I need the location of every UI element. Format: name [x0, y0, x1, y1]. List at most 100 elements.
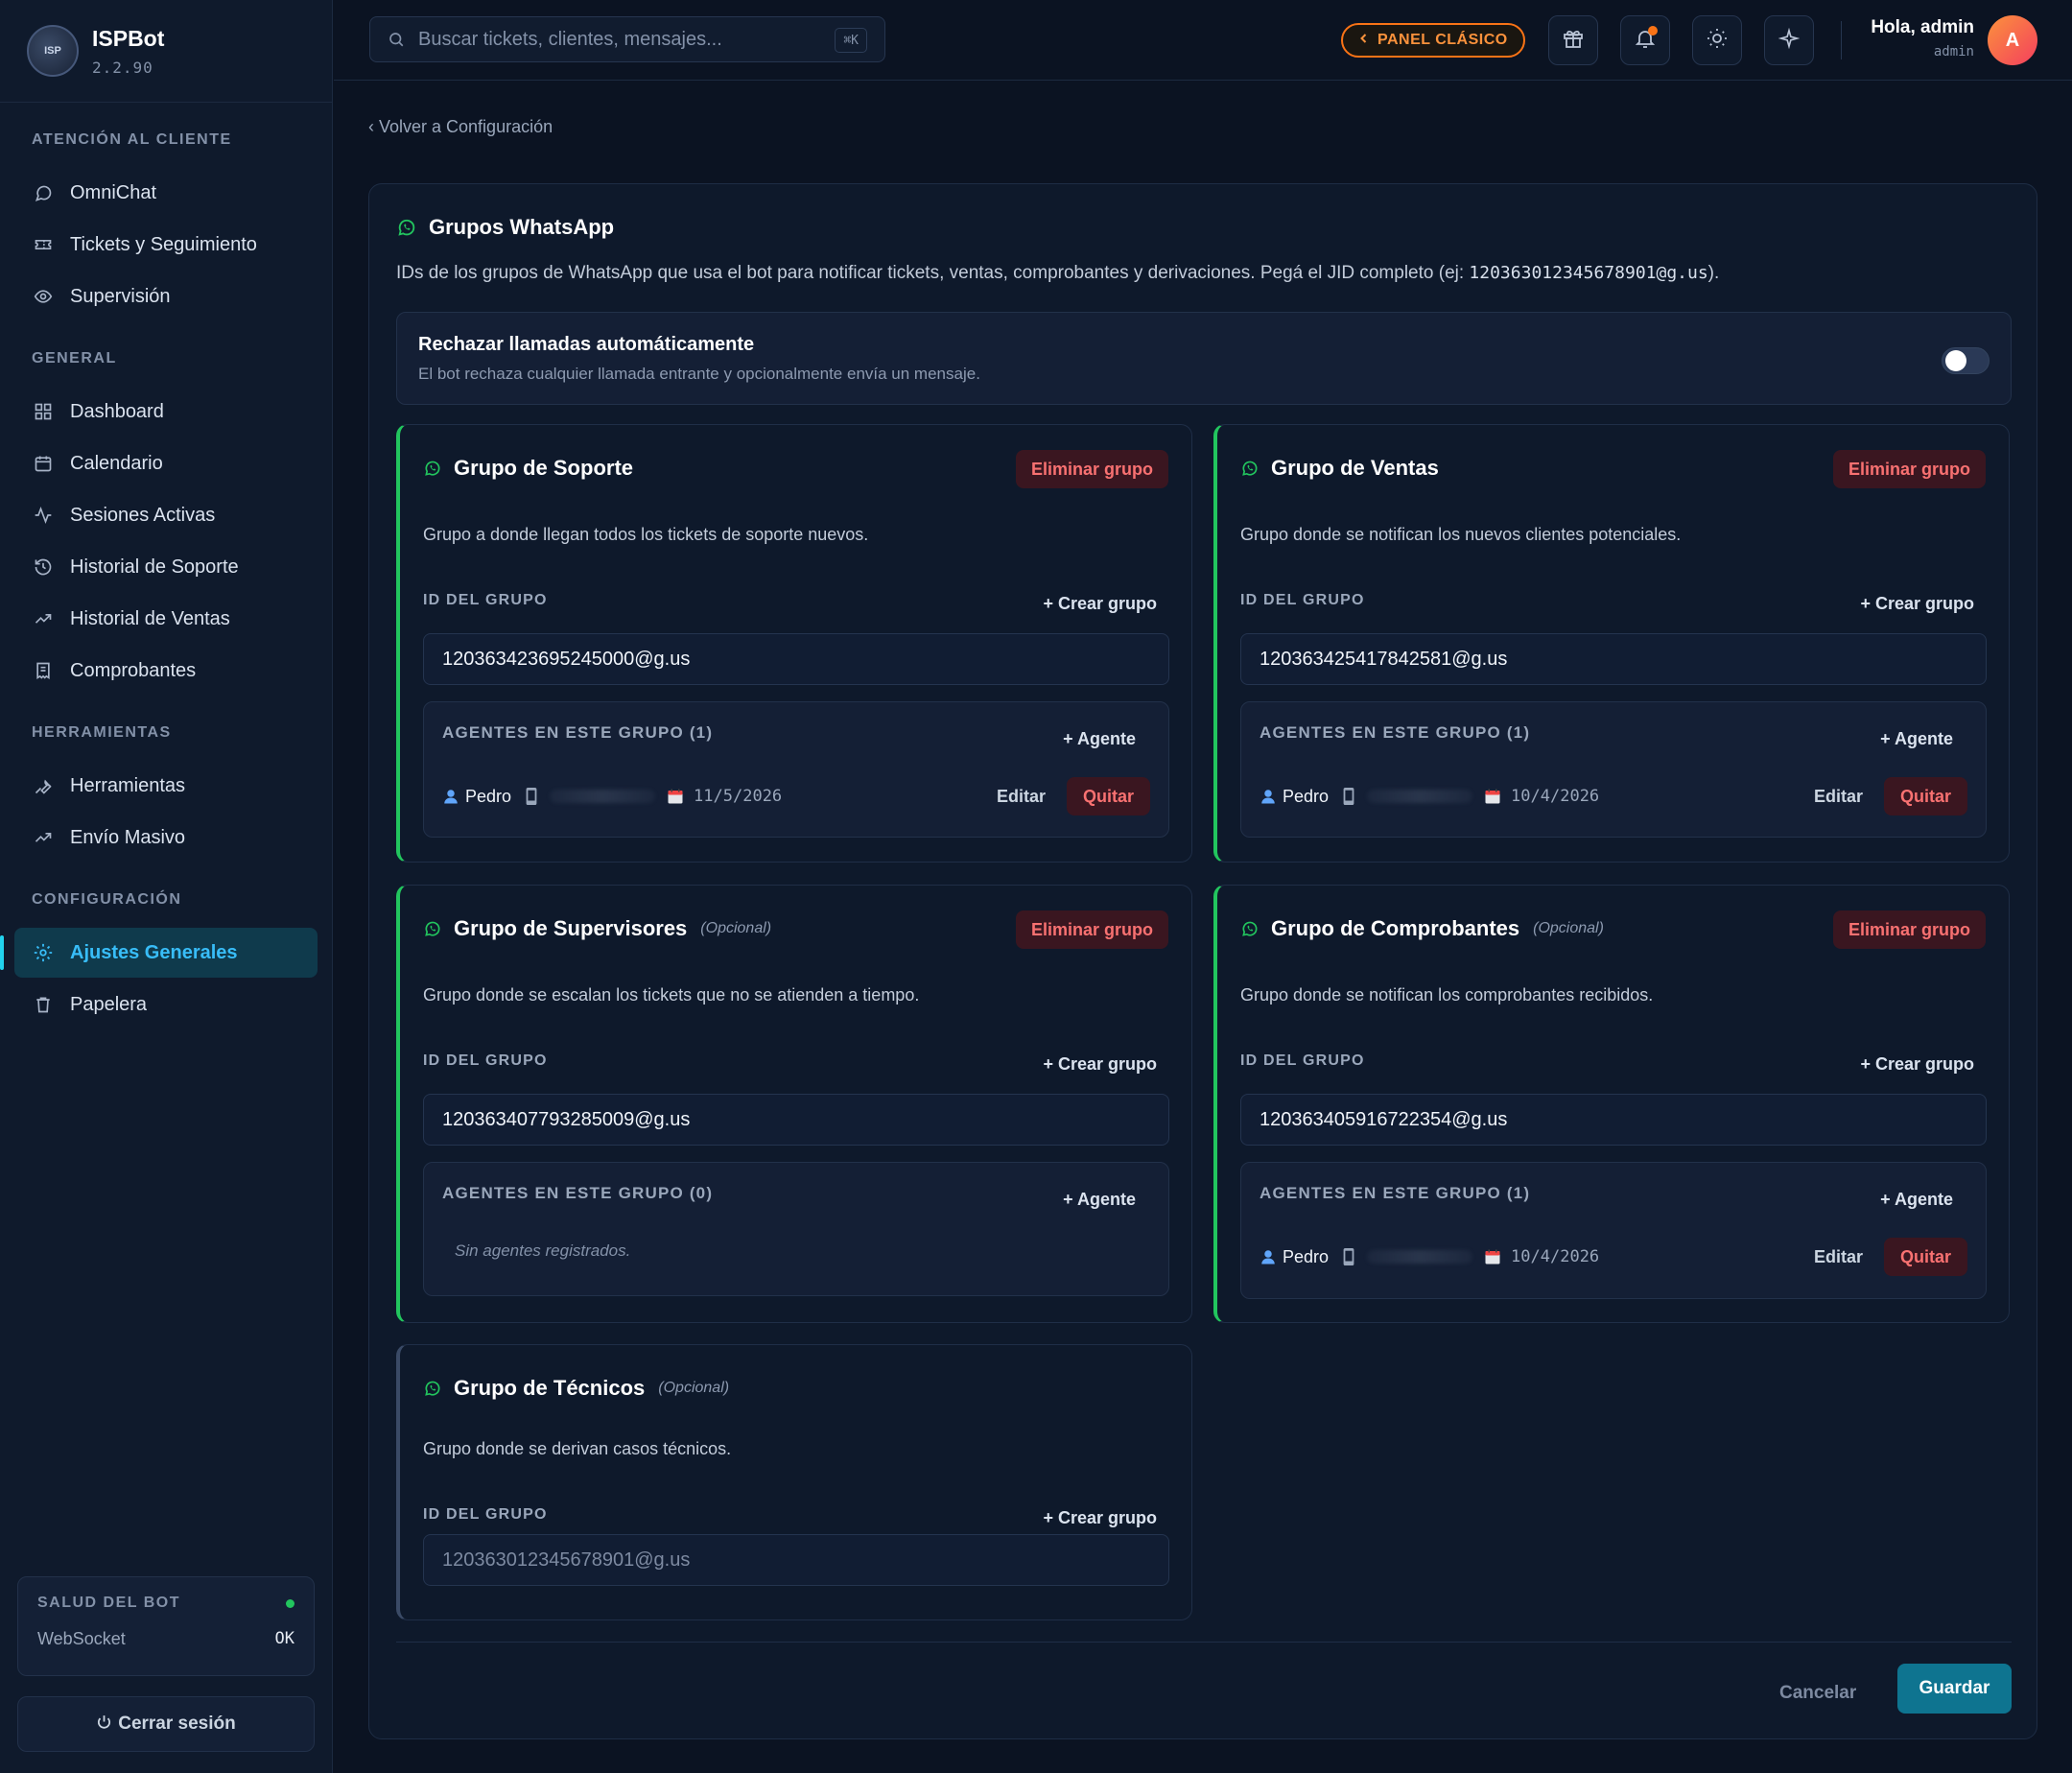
back-to-settings-link[interactable]: ‹ Volver a Configuración	[368, 117, 553, 137]
optional-tag: (Opcional)	[700, 920, 772, 936]
remove-agent-button[interactable]: Quitar	[1883, 777, 1967, 816]
sidebar-item-calendario[interactable]: Calendario	[0, 438, 318, 488]
logout-button[interactable]: Cerrar sesión	[17, 1696, 315, 1752]
agent-name-wrap: Pedro	[1260, 787, 1329, 807]
group-id-label: ID DEL GRUPO	[1240, 1052, 1365, 1069]
edit-agent-button[interactable]: Editar	[1814, 787, 1863, 807]
group-id-label: ID DEL GRUPO	[423, 1052, 548, 1069]
search-shortcut: ⌘K	[835, 28, 867, 53]
delete-group-button[interactable]: Eliminar grupo	[1832, 450, 1986, 488]
group-id-input[interactable]	[423, 633, 1169, 685]
sidebar-item-omnichat[interactable]: OmniChat	[0, 168, 318, 218]
group-id-label: ID DEL GRUPO	[423, 592, 548, 608]
group-id-input[interactable]	[1240, 1094, 1987, 1146]
add-agent-button[interactable]: + Agente	[1063, 1190, 1136, 1210]
nav-section-title: HERRAMIENTAS	[32, 724, 172, 741]
sidebar-item-herramientas[interactable]: Herramientas	[0, 761, 318, 811]
save-button[interactable]: Guardar	[1897, 1664, 2012, 1714]
sidebar-item-label: Sesiones Activas	[70, 504, 216, 526]
sidebar-item-historial-ventas[interactable]: Historial de Ventas	[0, 594, 318, 644]
classic-panel-label: PANEL CLÁSICO	[1377, 32, 1508, 48]
create-group-button[interactable]: + Crear grupo	[1860, 1054, 1974, 1075]
websocket-label: WebSocket	[37, 1629, 126, 1648]
delete-group-button[interactable]: Eliminar grupo	[1015, 450, 1168, 488]
add-agent-button[interactable]: + Agente	[1063, 729, 1136, 749]
create-group-button[interactable]: + Crear grupo	[1043, 1508, 1157, 1528]
calendar-icon	[32, 452, 55, 475]
agent-row: Pedro 10/4/2026 Editar Quitar	[1260, 777, 1967, 816]
remove-agent-button[interactable]: Quitar	[1883, 1238, 1967, 1276]
brand[interactable]: ISP ISPBot 2.2.90	[0, 0, 332, 103]
cancel-button[interactable]: Cancelar	[1779, 1683, 1856, 1704]
nav-section-herramientas: HERRAMIENTAS Herramientas Envío Masivo	[0, 724, 332, 863]
gift-icon	[1562, 27, 1585, 55]
edit-agent-button[interactable]: Editar	[1814, 1247, 1863, 1267]
phone-icon	[525, 788, 538, 805]
group-title-text: Grupo de Comprobantes	[1271, 916, 1520, 940]
nav-section-atencion: ATENCIÓN AL CLIENTE OmniChat Tickets y S…	[0, 131, 332, 321]
create-group-button[interactable]: + Crear grupo	[1043, 594, 1157, 614]
sidebar-item-ajustes-generales[interactable]: Ajustes Generales	[0, 928, 318, 978]
redacted-phone	[1367, 790, 1473, 803]
whatsapp-icon	[423, 919, 442, 938]
sidebar-item-label: Supervisión	[70, 285, 171, 307]
group-id-input[interactable]	[423, 1534, 1169, 1586]
user-info[interactable]: Hola, admin admin	[1871, 17, 1974, 59]
user-icon	[1260, 788, 1277, 805]
whatsapp-icon	[423, 1379, 442, 1398]
sidebar-item-papelera[interactable]: Papelera	[0, 980, 318, 1029]
group-title: Grupo de Técnicos (Opcional)	[423, 1376, 729, 1401]
agents-box: AGENTES EN ESTE GRUPO (1) + Agente Pedro…	[1240, 701, 1987, 838]
avatar[interactable]: A	[1988, 15, 2037, 65]
add-agent-button[interactable]: + Agente	[1880, 1190, 1953, 1210]
theme-toggle-button[interactable]	[1692, 15, 1742, 65]
classic-panel-button[interactable]: PANEL CLÁSICO	[1341, 23, 1525, 58]
sidebar-item-tickets[interactable]: Tickets y Seguimiento	[0, 220, 318, 270]
notifications-button[interactable]	[1620, 15, 1670, 65]
sidebar-item-sesiones[interactable]: Sesiones Activas	[0, 490, 318, 540]
gear-icon	[32, 941, 55, 964]
logout-label: Cerrar sesión	[118, 1714, 236, 1734]
group-card-comprobantes: Grupo de Comprobantes (Opcional) Elimina…	[1213, 885, 2010, 1323]
sidebar-item-label: Ajustes Generales	[70, 941, 238, 963]
brand-version: 2.2.90	[92, 58, 153, 77]
ai-assistant-button[interactable]	[1764, 15, 1814, 65]
delete-group-button[interactable]: Eliminar grupo	[1832, 910, 1986, 949]
calendar-icon	[1484, 1248, 1501, 1265]
agent-name: Pedro	[1283, 786, 1330, 806]
agents-header: AGENTES EN ESTE GRUPO (1)	[1260, 1184, 1531, 1202]
group-card-ventas: Grupo de Ventas Eliminar grupo Grupo don…	[1213, 424, 2010, 863]
agent-name: Pedro	[465, 786, 512, 806]
nav-section-title: GENERAL	[32, 350, 117, 366]
brand-name: ISPBot	[92, 25, 165, 51]
phone-icon	[1342, 788, 1355, 805]
create-group-button[interactable]: + Crear grupo	[1860, 594, 1974, 614]
gift-button[interactable]	[1548, 15, 1598, 65]
redacted-phone	[550, 790, 656, 803]
sidebar-item-dashboard[interactable]: Dashboard	[0, 387, 318, 437]
create-group-button[interactable]: + Crear grupo	[1043, 1054, 1157, 1075]
header-divider	[1841, 21, 1842, 59]
search-input[interactable]	[418, 28, 821, 51]
sidebar-item-envio-masivo[interactable]: Envío Masivo	[0, 813, 318, 863]
delete-group-button[interactable]: Eliminar grupo	[1015, 910, 1168, 949]
edit-agent-button[interactable]: Editar	[997, 787, 1046, 807]
whatsapp-groups-panel: Grupos WhatsApp IDs de los grupos de Wha…	[368, 183, 2037, 1739]
add-agent-button[interactable]: + Agente	[1880, 729, 1953, 749]
whatsapp-icon	[1240, 919, 1260, 938]
group-id-input[interactable]	[1240, 633, 1987, 685]
trending-up-icon	[32, 826, 55, 849]
remove-agent-button[interactable]: Quitar	[1066, 777, 1150, 816]
search-icon	[388, 31, 405, 48]
search-bar[interactable]: ⌘K	[369, 16, 885, 62]
sidebar-item-supervision[interactable]: Supervisión	[0, 272, 318, 321]
footer-divider	[396, 1642, 2012, 1643]
sidebar-item-historial-soporte[interactable]: Historial de Soporte	[0, 542, 318, 592]
reject-calls-toggle[interactable]	[1942, 347, 1990, 374]
agents-box: AGENTES EN ESTE GRUPO (1) + Agente Pedro…	[423, 701, 1169, 838]
sidebar-item-comprobantes[interactable]: Comprobantes	[0, 646, 318, 696]
agent-row: Pedro 10/4/2026 Editar Quitar	[1260, 1238, 1967, 1276]
sidebar-item-label: Papelera	[70, 993, 148, 1015]
group-id-input[interactable]	[423, 1094, 1169, 1146]
health-status-dot	[286, 1598, 294, 1608]
